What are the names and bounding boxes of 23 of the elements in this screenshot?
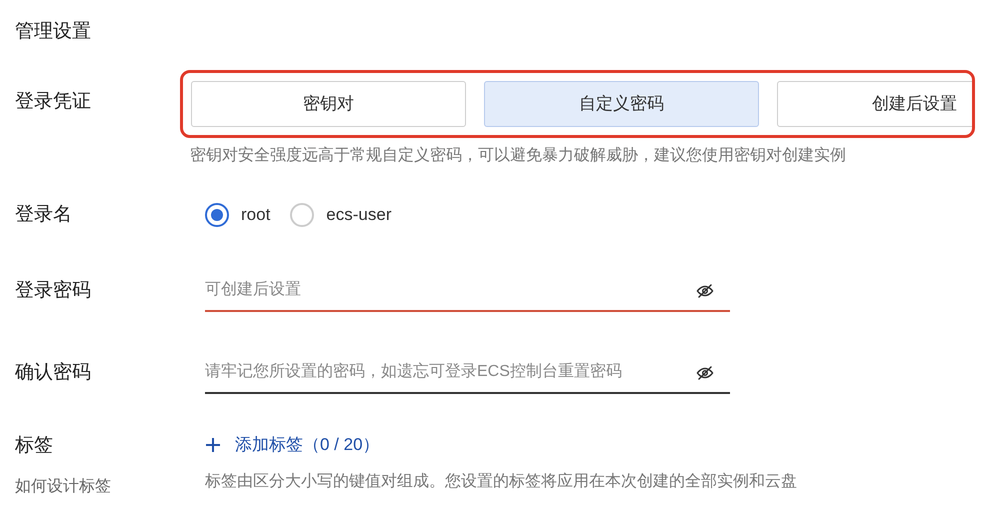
password-field[interactable]: 请牢记您所设置的密码，如遗忘可登录ECS控制台重置密码 [205, 352, 730, 394]
radio-button[interactable] [205, 203, 229, 227]
eye-off-icon[interactable] [696, 282, 714, 300]
password-field[interactable]: 可创建后设置 [205, 270, 730, 312]
help-link[interactable]: 如何设计标签 [15, 474, 205, 498]
field-label: 登录凭证 [14, 90, 92, 114]
radio-option[interactable]: root [205, 202, 270, 228]
credential-tab[interactable]: 自定义密码 [484, 81, 759, 127]
field-label: 登录名 [14, 202, 73, 227]
field-label: 确认密码 [14, 360, 92, 385]
field-label: 登录密码 [14, 278, 92, 303]
radio-option[interactable]: ecs-user [290, 202, 392, 228]
radio-label: ecs-user [326, 204, 392, 226]
credential-tab[interactable]: 创建后设置 [777, 81, 972, 127]
field-label: 标签 [15, 434, 54, 458]
eye-off-icon[interactable] [696, 364, 714, 382]
radio-label: root [241, 204, 270, 226]
plus-icon [205, 436, 221, 453]
credential-tab[interactable]: 密钥对 [191, 81, 466, 127]
credential-hint: 密钥对安全强度远高于常规自定义密码，可以避免暴力破解威胁，建议您使用密钥对创建实例 [189, 146, 847, 166]
section-title: 管理设置 [15, 20, 91, 44]
tags-hint: 标签由区分大小写的键值对组成。您设置的标签将应用在本次创建的全部实例和云盘 [205, 472, 797, 492]
add-tag-button[interactable]: 添加标签（0 / 20） [205, 432, 797, 458]
